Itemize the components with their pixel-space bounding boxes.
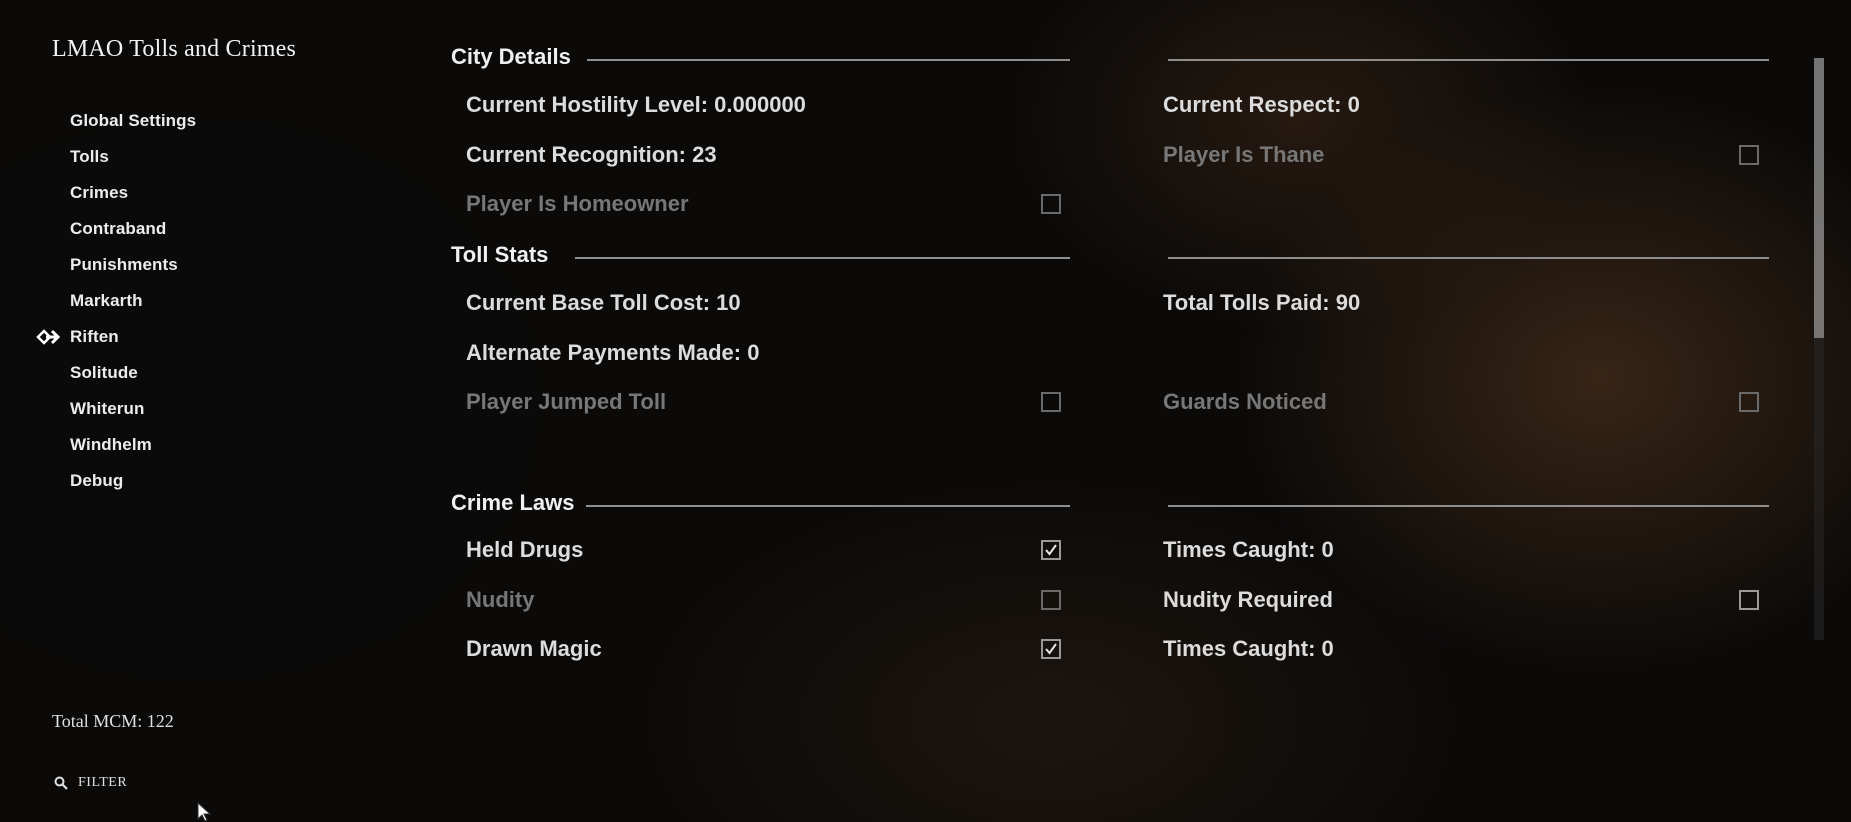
total-tolls-paid: Total Tolls Paid: 90 [1163, 290, 1361, 315]
sidebar-item-label: Markarth [70, 291, 143, 310]
sidebar-item-label: Whiterun [70, 399, 145, 418]
current-recognition: Current Recognition: 23 [466, 142, 717, 167]
player-is-homeowner-checkbox[interactable] [1041, 194, 1061, 214]
guards-noticed-label: Guards Noticed [1163, 389, 1327, 414]
sidebar-item-label: Solitude [70, 363, 138, 382]
checkmark-icon [1045, 643, 1057, 655]
section-header-toll-stats: Toll Stats [451, 242, 1771, 276]
sidebar-item-global-settings[interactable]: Global Settings [70, 108, 196, 144]
player-jumped-toll-checkbox[interactable] [1041, 392, 1061, 412]
section-divider [1168, 257, 1769, 259]
nudity-checkbox[interactable] [1041, 590, 1061, 610]
section-divider [1168, 59, 1769, 61]
search-icon [54, 776, 68, 790]
total-mcm-count: Total MCM: 122 [52, 711, 174, 731]
filter-box[interactable] [54, 775, 218, 791]
filter-input[interactable] [78, 775, 218, 791]
sidebar-item-label: Global Settings [70, 111, 197, 130]
selected-arrow-icon [36, 329, 60, 345]
nudity-required-checkbox[interactable] [1739, 590, 1759, 610]
scrollbar-thumb[interactable] [1814, 58, 1824, 338]
mouse-cursor-icon [197, 802, 212, 822]
guards-noticed-checkbox[interactable] [1739, 392, 1759, 412]
section-title: Crime Laws [451, 490, 575, 515]
sidebar-item-label: Contraband [70, 219, 167, 238]
sidebar-item-label: Crimes [70, 183, 129, 202]
sidebar-item-riften[interactable]: Riften [36, 324, 196, 360]
section-header-city-details: City Details [451, 44, 1771, 78]
current-base-toll-cost: Current Base Toll Cost: 10 [466, 290, 741, 315]
alternate-payments-made: Alternate Payments Made: 0 [466, 340, 760, 365]
sidebar-menu: Global Settings Tolls Crimes Contraband … [36, 108, 196, 504]
player-is-homeowner-label: Player Is Homeowner [466, 191, 689, 216]
player-is-thane-label: Player Is Thane [1163, 142, 1325, 167]
mcm-page-riften: City Details Current Hostility Level: 0.… [451, 40, 1781, 661]
section-divider [575, 257, 1070, 259]
sidebar-item-label: Tolls [70, 147, 109, 166]
drawn-magic-label: Drawn Magic [466, 636, 602, 661]
sidebar-item-label: Riften [70, 327, 119, 346]
player-jumped-toll-label: Player Jumped Toll [466, 389, 667, 414]
sidebar-item-tolls[interactable]: Tolls [70, 144, 196, 180]
times-caught-drawn-magic: Times Caught: 0 [1163, 636, 1334, 661]
sidebar-item-contraband[interactable]: Contraband [70, 216, 196, 252]
player-is-thane-checkbox[interactable] [1739, 145, 1759, 165]
section-divider [587, 59, 1070, 61]
nudity-required-label: Nudity Required [1163, 587, 1333, 612]
sidebar-item-label: Debug [70, 471, 124, 490]
sidebar-item-windhelm[interactable]: Windhelm [70, 432, 196, 468]
current-respect: Current Respect: 0 [1163, 92, 1360, 117]
sidebar-item-solitude[interactable]: Solitude [70, 360, 196, 396]
section-divider [586, 505, 1070, 507]
sidebar-item-label: Windhelm [70, 435, 152, 454]
mod-title: LMAO Tolls and Crimes [52, 36, 297, 62]
sidebar-item-punishments[interactable]: Punishments [70, 252, 196, 288]
sidebar-item-crimes[interactable]: Crimes [70, 180, 196, 216]
section-title: City Details [451, 44, 571, 69]
times-caught-held-drugs: Times Caught: 0 [1163, 537, 1334, 562]
nudity-label: Nudity [466, 587, 535, 612]
drawn-magic-checkbox[interactable] [1041, 639, 1061, 659]
section-divider [1168, 505, 1769, 507]
section-header-crime-laws: Crime Laws [451, 490, 1771, 524]
sidebar-item-label: Punishments [70, 255, 178, 274]
held-drugs-checkbox[interactable] [1041, 540, 1061, 560]
held-drugs-label: Held Drugs [466, 537, 584, 562]
sidebar-item-whiterun[interactable]: Whiterun [70, 396, 196, 432]
sidebar-item-debug[interactable]: Debug [70, 468, 196, 504]
checkmark-icon [1045, 544, 1057, 556]
current-hostility-level: Current Hostility Level: 0.000000 [466, 92, 806, 117]
sidebar-item-markarth[interactable]: Markarth [70, 288, 196, 324]
section-title: Toll Stats [451, 242, 549, 267]
